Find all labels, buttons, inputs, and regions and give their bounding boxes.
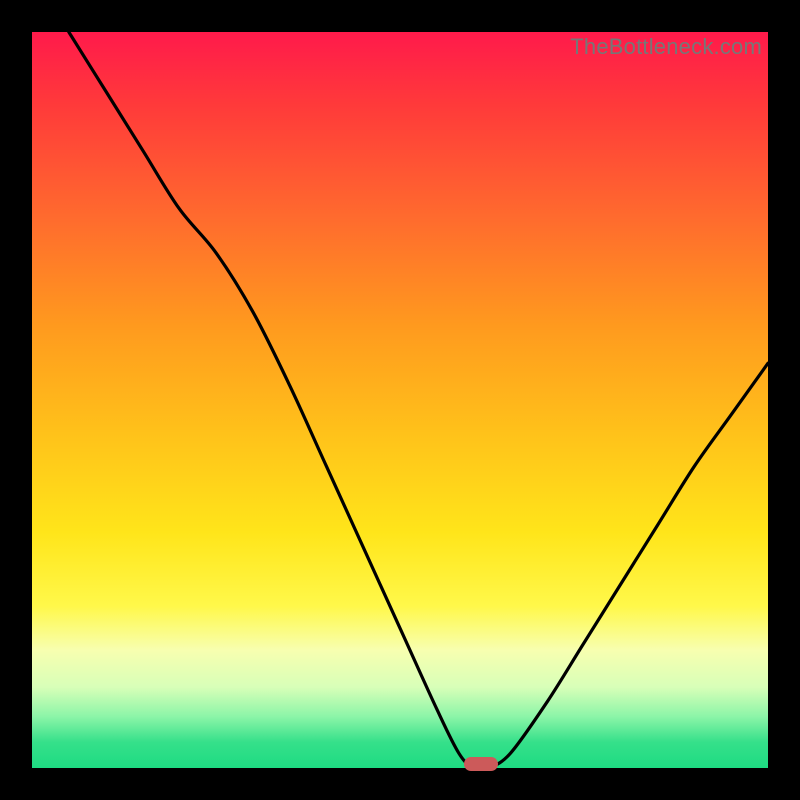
bottleneck-curve: [32, 32, 768, 768]
plot-area: TheBottleneck.com: [32, 32, 768, 768]
chart-frame: TheBottleneck.com: [0, 0, 800, 800]
optimal-marker: [464, 757, 498, 771]
curve-path: [69, 32, 768, 770]
